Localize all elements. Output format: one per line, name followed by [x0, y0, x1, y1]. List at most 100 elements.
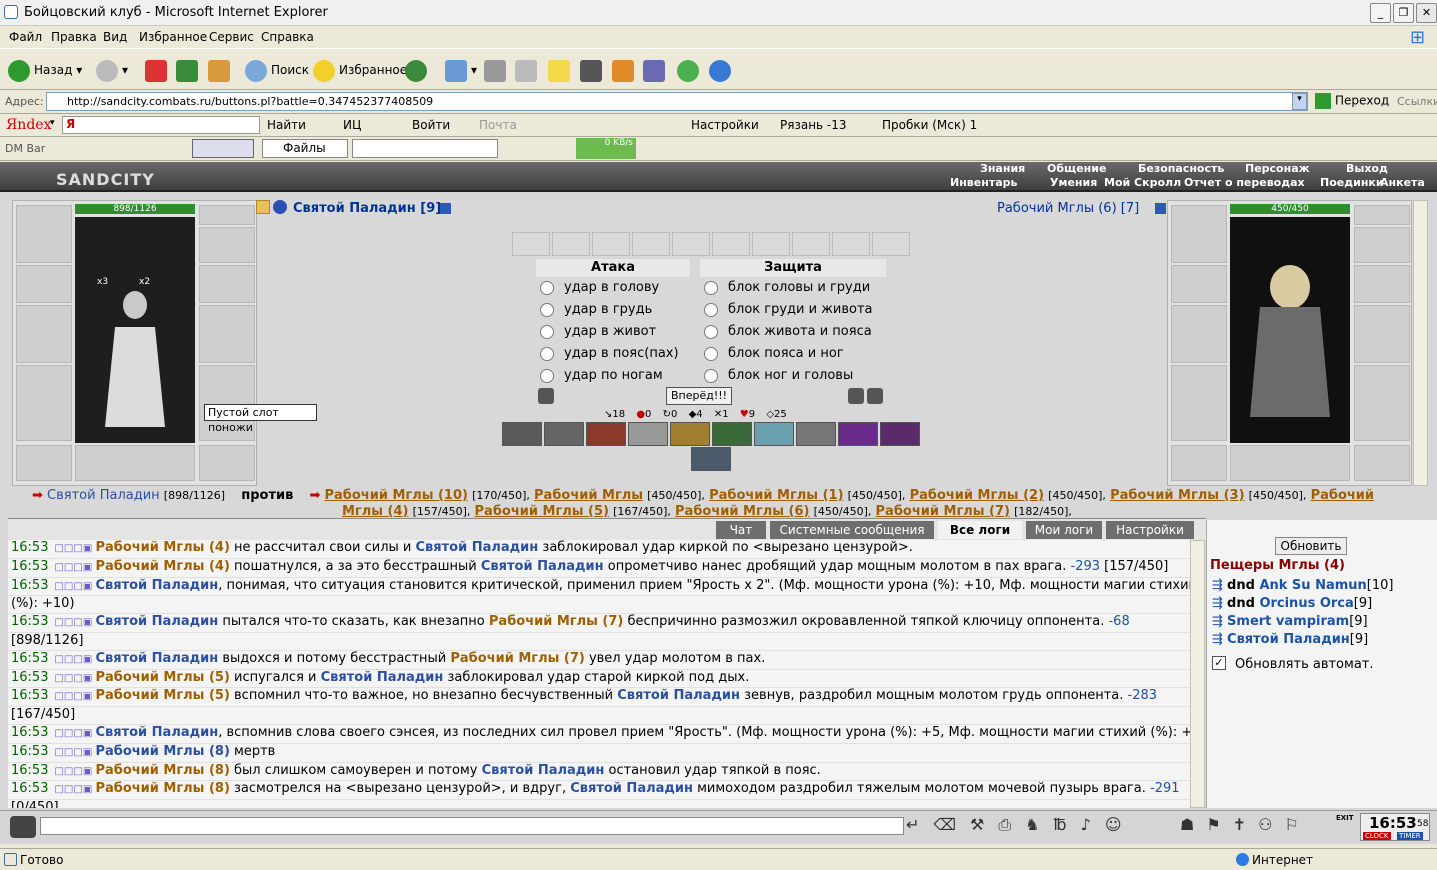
enemy-link-2[interactable]: Рабочий Мглы (2)	[910, 488, 1044, 503]
defense-radio-4[interactable]	[704, 346, 718, 361]
enemy-bracers-slot[interactable]	[1171, 265, 1227, 303]
left-player-name[interactable]: Святой Паладин [9]	[293, 201, 441, 216]
vs-me-name[interactable]: Святой Паладин	[47, 488, 160, 503]
defense-option-3[interactable]: блок живота и пояса	[704, 321, 872, 343]
defense-radio-2[interactable]	[704, 302, 718, 317]
log-target[interactable]: Святой Паладин	[617, 688, 740, 703]
yandex-weather[interactable]: Рязань -13	[780, 118, 847, 132]
k-button[interactable]	[580, 57, 606, 83]
helmet-slot[interactable]	[16, 205, 72, 263]
minimize-button[interactable]: _	[1370, 3, 1391, 23]
skill-11[interactable]	[691, 447, 731, 471]
nav-transfer-report[interactable]: Отчет о переводах	[1184, 176, 1305, 189]
private-icon[interactable]: ⇶	[1212, 632, 1227, 647]
chat-tools[interactable]: ↵⌫⚒⎙♞℔♪☺	[906, 815, 1156, 839]
enemy-link-4b[interactable]: Мглы (4)	[342, 504, 408, 518]
defense-radio-5[interactable]	[704, 368, 718, 383]
tab-settings[interactable]: Настройки	[1106, 521, 1194, 539]
rune-slots[interactable]	[75, 445, 195, 481]
address-input[interactable]: http://sandcity.combats.ru/buttons.pl?ba…	[46, 92, 1308, 111]
scroll-slot-1[interactable]	[512, 232, 550, 256]
yandex-find-button[interactable]: Найти	[267, 118, 306, 132]
auto-refresh-checkbox[interactable]: ✓	[1212, 656, 1226, 670]
swap-target-icon[interactable]	[867, 388, 883, 404]
links-label[interactable]: Ссылки	[1397, 95, 1437, 108]
attack-option-5[interactable]: удар по ногам	[540, 365, 663, 387]
exit-icon[interactable]: EXIT	[1336, 814, 1354, 822]
menu-view[interactable]: Вид	[103, 30, 127, 44]
yandex-login-button[interactable]: Войти	[412, 118, 450, 132]
private-icon[interactable]: ⇶	[1212, 614, 1227, 629]
log-target[interactable]: Рабочий Мглы (7)	[489, 614, 623, 629]
nav-security[interactable]: Безопасность	[1138, 162, 1224, 175]
enemy-link-4a[interactable]: Рабочий	[1311, 488, 1374, 503]
refresh-battle-icon[interactable]	[848, 388, 864, 404]
scroll-slot-2[interactable]	[552, 232, 590, 256]
log-target[interactable]: Святой Паладин	[481, 559, 604, 574]
enemy-shield-slot[interactable]	[1354, 305, 1410, 363]
chat-smiley-icon[interactable]	[10, 816, 36, 838]
defense-option-4[interactable]: блок пояса и ног	[704, 343, 844, 365]
private-icon[interactable]: ⇶	[1212, 578, 1227, 593]
attack-radio-2[interactable]	[540, 302, 554, 317]
skill-3[interactable]	[586, 422, 626, 446]
yandex-search-input[interactable]: Я	[62, 116, 260, 134]
user-row-3[interactable]: ⇶ Smert vampiram[9]	[1212, 614, 1368, 629]
scroll-slot-4[interactable]	[632, 232, 670, 256]
enemy-armor-slot[interactable]	[1171, 365, 1227, 441]
private-icon[interactable]: ⇶	[1212, 596, 1227, 611]
files-dropdown[interactable]: Файлы	[262, 139, 348, 158]
defense-radio-1[interactable]	[704, 280, 718, 295]
battle-scrollbar[interactable]	[1413, 200, 1428, 486]
enemy-link-6[interactable]: Рабочий Мглы (6)	[675, 504, 809, 518]
skill-10[interactable]	[880, 422, 920, 446]
mail-button[interactable]: ▾	[445, 57, 477, 83]
scroll-slot-5[interactable]	[672, 232, 710, 256]
nav-character[interactable]: Персонаж	[1245, 162, 1310, 175]
right-player-name[interactable]: Рабочий Мглы (6) [7]	[997, 201, 1139, 216]
left-info-icon[interactable]	[440, 203, 451, 214]
shield-slot[interactable]	[199, 305, 255, 363]
attack-option-4[interactable]: удар в пояс(пах)	[540, 343, 679, 365]
attack-radio-5[interactable]	[540, 368, 554, 383]
enemy-weapon-slot[interactable]	[1171, 305, 1227, 363]
attack-option-1[interactable]: удар в голову	[540, 277, 659, 299]
yandex-mail-button[interactable]: Почта	[479, 118, 517, 132]
yandex-traffic[interactable]: Пробки (Мск) 1	[882, 118, 977, 132]
notes-button[interactable]	[548, 57, 574, 83]
log-actor[interactable]: Святой Паладин	[95, 725, 218, 740]
yandex-dropdown-icon[interactable]: ▾	[50, 118, 55, 128]
refresh-users-button[interactable]: Обновить	[1275, 537, 1347, 555]
enemy-amulet-slot[interactable]	[1354, 227, 1410, 263]
scroll-slot-9[interactable]	[832, 232, 870, 256]
menu-tools[interactable]: Сервис	[209, 30, 254, 44]
nav-communication[interactable]: Общение	[1047, 162, 1106, 175]
weapon-slot[interactable]	[16, 305, 72, 363]
skill-1[interactable]	[502, 422, 542, 446]
skill-7[interactable]	[754, 422, 794, 446]
yandex-ic-button[interactable]: ИЦ	[343, 118, 361, 132]
history-button[interactable]	[405, 57, 431, 83]
refresh-button[interactable]	[176, 57, 202, 83]
belt-slot[interactable]	[16, 445, 72, 481]
tab-chat[interactable]: Чат	[716, 521, 766, 539]
enemy-link-7[interactable]: Рабочий Мглы (7)	[876, 504, 1010, 518]
tab-all-logs[interactable]: Все логи	[938, 521, 1022, 539]
defense-option-5[interactable]: блок ног и головы	[704, 365, 853, 387]
back-button[interactable]: Назад ▾	[8, 57, 82, 83]
home-button[interactable]	[208, 57, 234, 83]
log-target[interactable]: Святой Паладин	[321, 670, 444, 685]
user-row-4[interactable]: ⇶ Святой Паладин[9]	[1212, 632, 1368, 647]
enemy-link-3[interactable]: Рабочий Мглы (3)	[1110, 488, 1244, 503]
attack-radio-1[interactable]	[540, 280, 554, 295]
yandex-settings-button[interactable]: Настройки	[691, 118, 759, 132]
scroll-slot-7[interactable]	[752, 232, 790, 256]
dm-url-select[interactable]	[352, 139, 498, 158]
log-actor[interactable]: Святой Паладин	[95, 651, 218, 666]
search-button[interactable]: Поиск	[245, 57, 309, 83]
dm-download-button[interactable]	[192, 139, 254, 158]
nav-skills[interactable]: Умения	[1050, 176, 1097, 189]
edit-button[interactable]	[515, 57, 541, 83]
nav-profile[interactable]: Анкета	[1380, 176, 1425, 189]
log-target[interactable]: Рабочий Мглы (7)	[450, 651, 584, 666]
